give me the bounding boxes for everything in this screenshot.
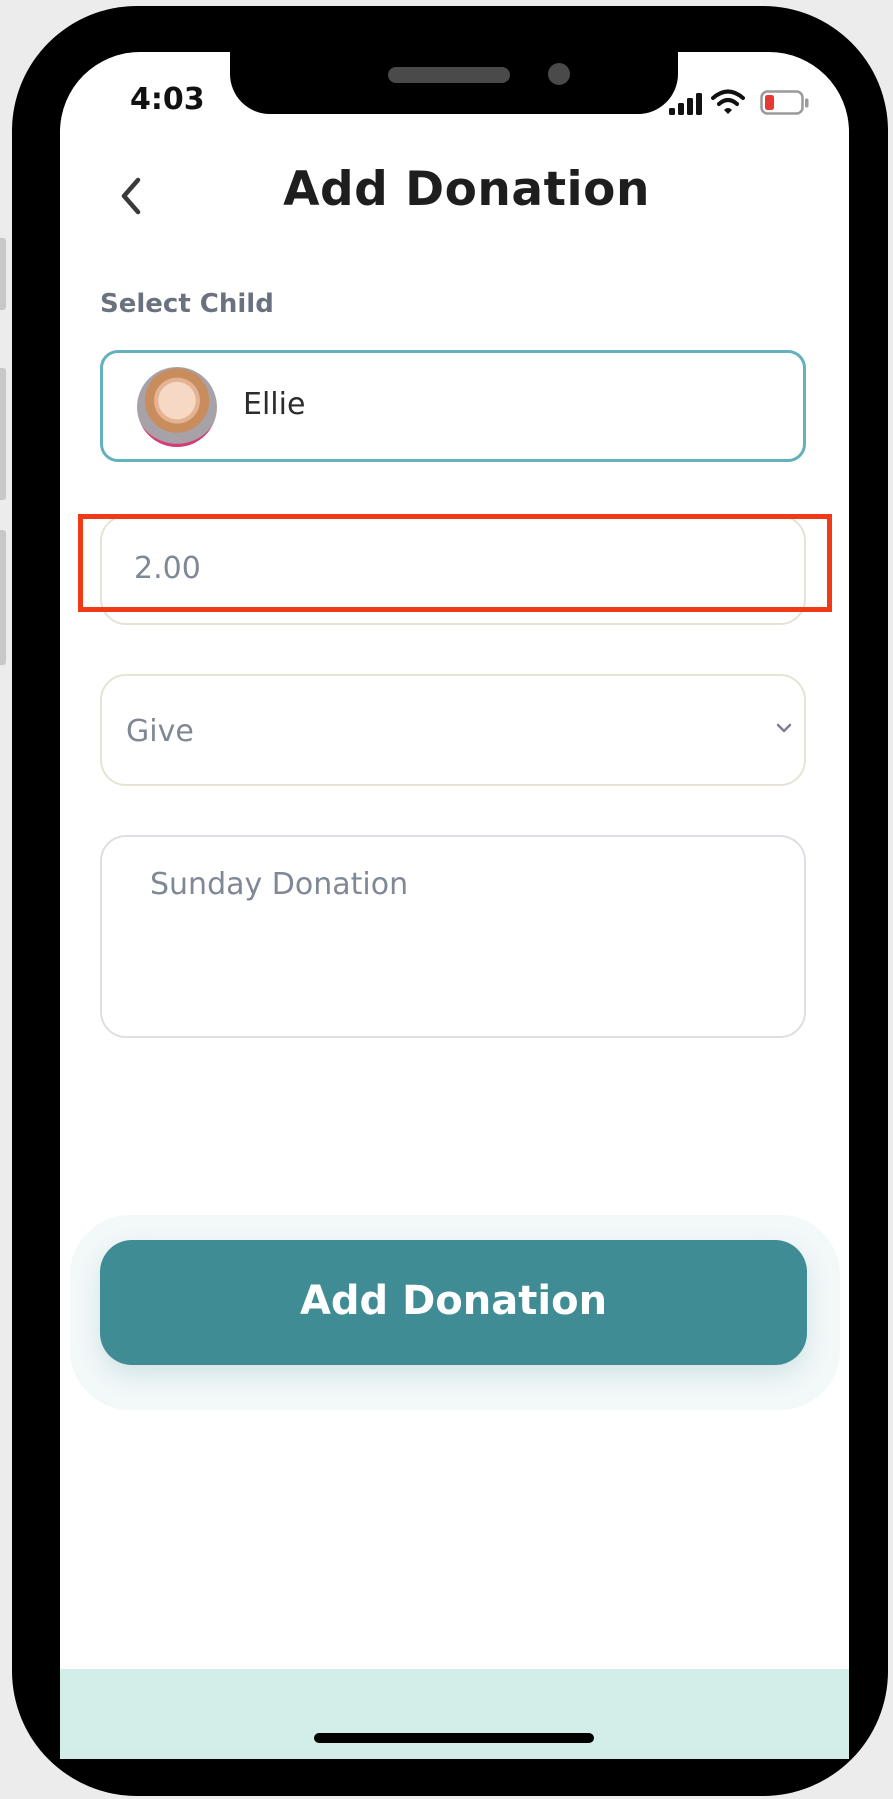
add-donation-button[interactable]: Add Donation [100,1240,807,1365]
home-indicator[interactable] [314,1733,594,1743]
bottom-bar [60,1669,849,1759]
page-title: Add Donation [283,162,650,217]
speaker-grille [388,67,510,83]
volume-up-button [0,368,6,500]
status-time: 4:03 [130,82,205,117]
chevron-down-icon [776,723,792,733]
battery-icon [760,90,809,115]
front-camera [548,63,570,85]
chevron-left-icon [121,177,141,215]
highlight-annotation [78,514,832,612]
volume-down-button [0,530,6,665]
notch [230,52,678,114]
back-button[interactable] [112,172,152,220]
child-avatar [137,367,217,447]
child-name: Ellie [243,387,306,422]
donation-type-select[interactable]: Give [100,674,806,786]
note-textarea[interactable]: Sunday Donation [100,835,806,1038]
wifi-icon [711,89,745,114]
note-value: Sunday Donation [150,867,409,902]
add-donation-button-label: Add Donation [299,1278,608,1324]
child-selector[interactable]: Ellie [100,350,806,462]
donation-type-value: Give [126,714,194,749]
silent-switch [0,238,6,310]
signal-icon [669,93,702,115]
select-child-label: Select Child [100,289,274,319]
